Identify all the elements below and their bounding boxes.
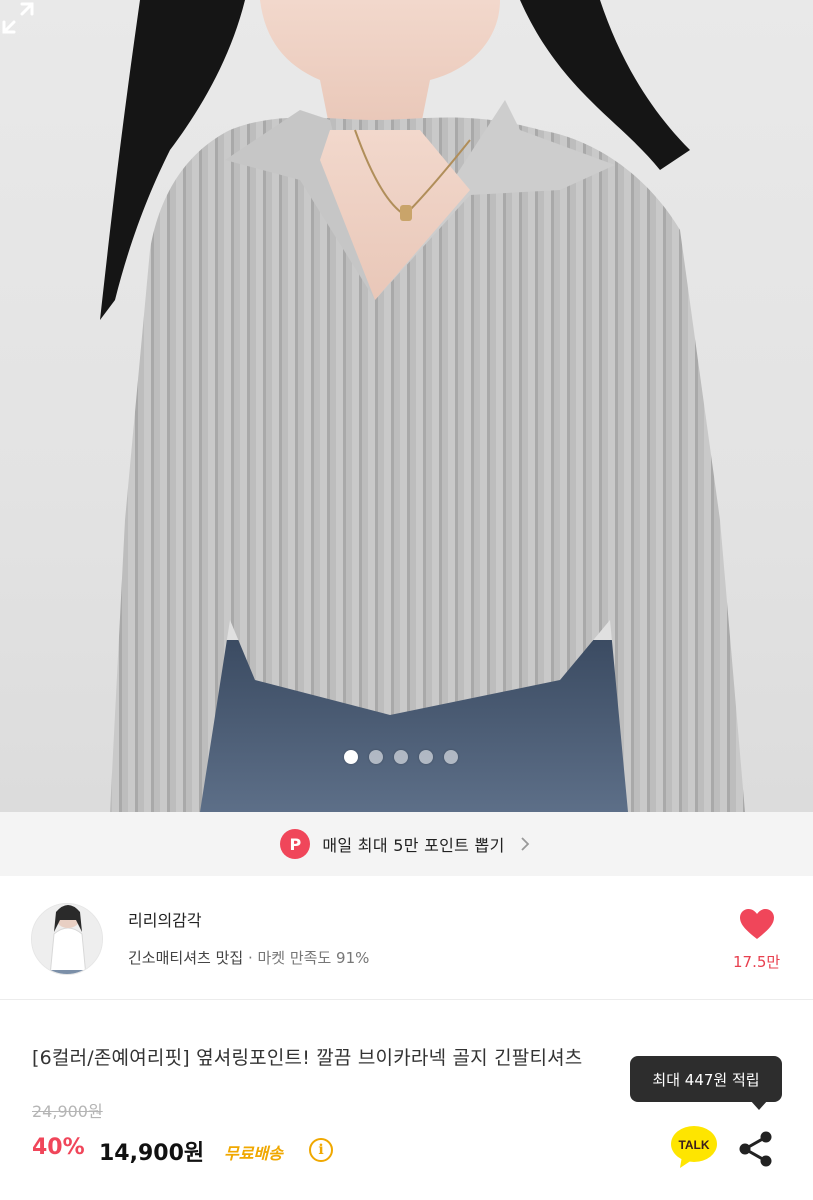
chevron-right-icon xyxy=(520,837,529,851)
sale-price: 14,900원 xyxy=(99,1141,205,1166)
carousel-dot[interactable] xyxy=(419,750,433,764)
seller-subtitle: 긴소매티셔츠 맛집 · 마켓 만족도 91% xyxy=(128,947,369,968)
discount-rate: 40% xyxy=(32,1135,85,1160)
point-banner-text: 매일 최대 5만 포인트 뽑기 xyxy=(322,836,505,855)
free-shipping-label: 무료배송 xyxy=(224,1144,283,1163)
carousel-dot[interactable] xyxy=(444,750,458,764)
carousel-dot[interactable] xyxy=(394,750,408,764)
market-satisfaction: · 마켓 만족도 91% xyxy=(247,949,370,967)
carousel-dot[interactable] xyxy=(369,750,383,764)
expand-icon[interactable] xyxy=(0,0,36,36)
seller-section[interactable]: 리리의감각 긴소매티셔츠 맛집 · 마켓 만족도 91% 17.5만 xyxy=(0,876,813,1000)
carousel-dot[interactable] xyxy=(344,750,358,764)
product-title: [6컬러/존예여리핏] 옆셔링포인트! 깔끔 브이카라넥 골지 긴팔티셔츠 xyxy=(32,1047,583,1069)
carousel-dots xyxy=(344,750,458,764)
product-photo xyxy=(100,0,745,812)
original-price: 24,900원 xyxy=(32,1102,103,1121)
product-image[interactable] xyxy=(0,0,813,812)
talk-button[interactable]: TALK xyxy=(670,1124,718,1170)
talk-label: TALK xyxy=(678,1138,709,1152)
point-badge-icon: P xyxy=(280,829,311,859)
seller-avatar[interactable] xyxy=(31,903,103,975)
info-icon[interactable]: i xyxy=(309,1138,333,1162)
seller-name[interactable]: 리리의감각 xyxy=(128,907,202,931)
seller-tagline: 긴소매티셔츠 맛집 xyxy=(128,949,244,967)
section-divider xyxy=(0,999,813,1000)
tooltip-arrow xyxy=(750,1100,768,1110)
like-count: 17.5만 xyxy=(733,953,781,971)
share-icon[interactable] xyxy=(738,1130,774,1168)
heart-icon[interactable] xyxy=(739,908,775,940)
reward-tooltip: 최대 447원 적립 xyxy=(630,1056,782,1102)
point-event-banner[interactable]: P 매일 최대 5만 포인트 뽑기 xyxy=(0,812,813,876)
